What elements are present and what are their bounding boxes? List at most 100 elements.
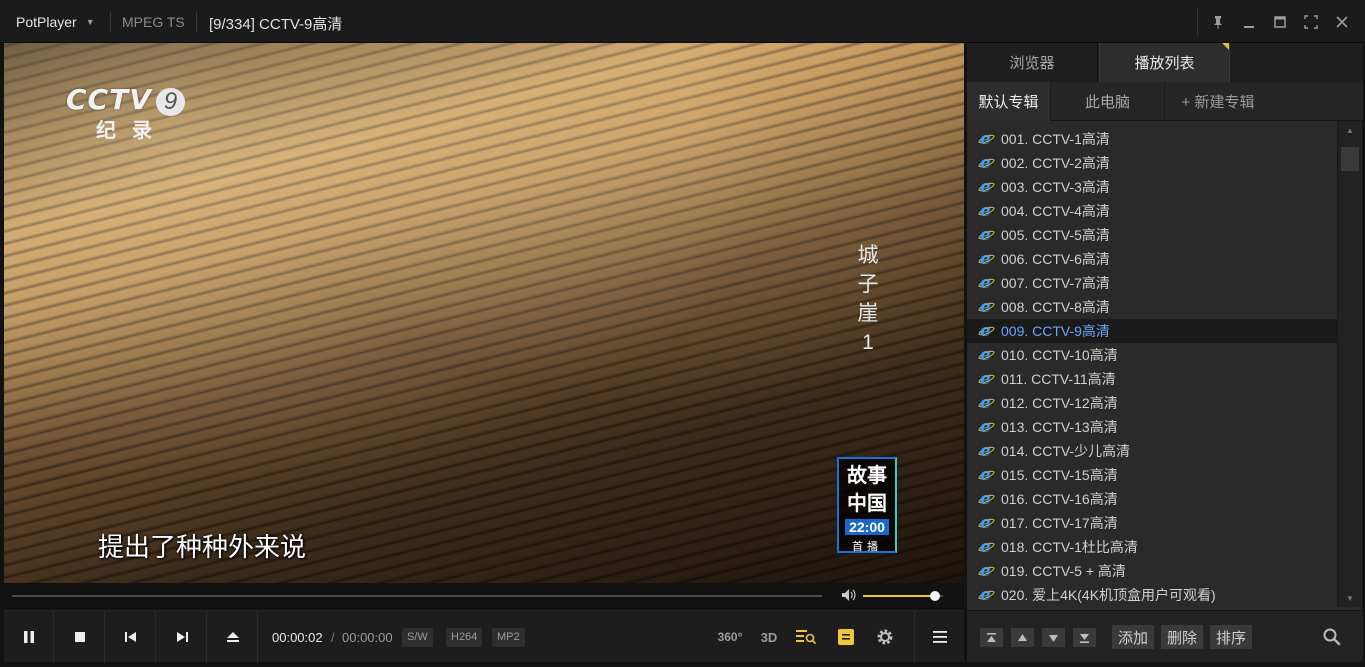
- playlist-item[interactable]: e 014. CCTV-少儿高清: [967, 439, 1337, 463]
- delete-button[interactable]: 删除: [1161, 625, 1204, 649]
- scroll-down-icon[interactable]: ▼: [1338, 589, 1362, 607]
- playlist-item-label: 017. CCTV-17高清: [1001, 515, 1118, 531]
- promo-sub: 首播: [852, 541, 882, 553]
- ie-icon-letter: e: [980, 296, 991, 317]
- new-album-button[interactable]: + 新建专辑: [1165, 82, 1271, 121]
- pause-button[interactable]: [4, 611, 54, 663]
- tab-browser[interactable]: 浏览器: [967, 43, 1098, 82]
- move-up-button[interactable]: [1011, 628, 1034, 647]
- playlist-item-label: 002. CCTV-2高清: [1001, 155, 1110, 171]
- tab-this-pc[interactable]: 此电脑: [1051, 82, 1165, 121]
- tab-playlist[interactable]: 播放列表: [1099, 43, 1230, 82]
- move-down-button[interactable]: [1042, 628, 1065, 647]
- sort-button[interactable]: 排序: [1210, 625, 1253, 649]
- control-bar: 00:00:02 / 00:00:00 S/W H264 MP2 360° 3D: [4, 610, 964, 663]
- ie-stream-icon: e: [977, 176, 996, 197]
- scrollbar-thumb[interactable]: [1341, 147, 1359, 171]
- window-title: [9/334] CCTV-9高清: [209, 16, 343, 33]
- playlist-item-label: 014. CCTV-少儿高清: [1001, 443, 1131, 459]
- move-bottom-button[interactable]: [1073, 628, 1096, 647]
- playlist-search-icon: [796, 630, 817, 645]
- maximize-icon[interactable]: [1264, 7, 1295, 37]
- playlist-item[interactable]: e 003. CCTV-3高清: [967, 175, 1337, 199]
- playlist-item[interactable]: e 008. CCTV-8高清: [967, 295, 1337, 319]
- playlist-item[interactable]: e 016. CCTV-16高清: [967, 487, 1337, 511]
- move-top-icon: [987, 632, 996, 642]
- playlist-item[interactable]: e 012. CCTV-12高清: [967, 391, 1337, 415]
- ie-stream-icon: e: [977, 201, 996, 221]
- playlist-item[interactable]: e 005. CCTV-5高清: [967, 223, 1337, 247]
- playlist-item[interactable]: e 006. CCTV-6高清: [967, 247, 1337, 271]
- decoder-tag[interactable]: S/W: [402, 628, 433, 647]
- scroll-up-icon[interactable]: ▲: [1338, 121, 1362, 139]
- volume-slider[interactable]: [863, 591, 943, 601]
- menu-button[interactable]: [914, 611, 964, 663]
- channel-logo-text: CCTV: [66, 83, 152, 116]
- playlist-panel: 浏览器 播放列表 默认专辑 此电脑 + 新建专辑 e 001. CCTV-1高清 e…: [966, 43, 1363, 662]
- playlist-item[interactable]: e 011. CCTV-11高清: [967, 367, 1337, 391]
- volume-icon[interactable]: [841, 588, 857, 605]
- ie-icon-letter: e: [980, 368, 991, 389]
- video-display[interactable]: CCTV 9 纪录 城 子 崖 1 故事 中国 22:00 首播 提出了种种外来说: [4, 43, 964, 583]
- settings-button[interactable]: [872, 625, 898, 649]
- previous-button[interactable]: [106, 611, 156, 663]
- subtitle-button[interactable]: [833, 625, 859, 649]
- playlist-item[interactable]: e 009. CCTV-9高清: [967, 319, 1337, 343]
- vr-360-button[interactable]: 360°: [715, 625, 745, 649]
- playlist-item-label: 012. CCTV-12高清: [1001, 395, 1118, 411]
- volume-knob[interactable]: [930, 591, 940, 601]
- playlist-search-button[interactable]: [793, 625, 819, 649]
- add-button[interactable]: 添加: [1112, 625, 1155, 649]
- playlist-scrollbar[interactable]: ▲ ▼: [1337, 121, 1361, 607]
- playlist-item[interactable]: e 020. 爱上4K(4K机顶盒用户可观看): [967, 583, 1337, 607]
- ie-stream-icon: e: [977, 368, 996, 389]
- program-title-char: 1: [862, 331, 874, 354]
- playlist-item[interactable]: e 004. CCTV-4高清: [967, 199, 1337, 223]
- stop-button[interactable]: [55, 611, 105, 663]
- channel-number: 9: [155, 88, 186, 116]
- playlist-item[interactable]: e 002. CCTV-2高清: [967, 151, 1337, 175]
- playlist-item[interactable]: e 007. CCTV-7高清: [967, 271, 1337, 295]
- subtitle-icon: [838, 629, 854, 645]
- total-time: 00:00:00: [342, 630, 393, 645]
- playlist-item[interactable]: e 010. CCTV-10高清: [967, 343, 1337, 367]
- playlist-item-label: 004. CCTV-4高清: [1001, 203, 1110, 219]
- format-label: MPEG TS: [122, 14, 185, 30]
- playlist-item-label: 019. CCTV-5 + 高清: [1001, 563, 1126, 579]
- playlist-item[interactable]: e 018. CCTV-1杜比高清: [967, 535, 1337, 559]
- fullscreen-icon[interactable]: [1295, 7, 1326, 37]
- ie-stream-icon: e: [977, 129, 996, 149]
- app-menu-button[interactable]: PotPlayer ▼: [6, 6, 110, 38]
- playlist-item[interactable]: e 019. CCTV-5 + 高清: [967, 559, 1337, 583]
- eject-icon: [226, 632, 239, 642]
- subtitle-text: 提出了种种外来说: [98, 532, 307, 562]
- window-controls: [1193, 0, 1365, 43]
- 3d-button[interactable]: 3D: [756, 625, 782, 649]
- playlist-item[interactable]: e 001. CCTV-1高清: [967, 127, 1337, 151]
- move-down-icon: [1049, 634, 1058, 642]
- playlist-item[interactable]: e 017. CCTV-17高清: [967, 511, 1337, 535]
- search-button[interactable]: [1317, 623, 1347, 651]
- ie-stream-icon: e: [977, 249, 996, 269]
- pin-icon[interactable]: [1202, 7, 1233, 37]
- program-vertical-title: 城 子 崖 1: [855, 241, 881, 357]
- video-codec-tag[interactable]: H264: [446, 628, 483, 647]
- stop-icon: [74, 632, 85, 642]
- ie-stream-icon: e: [977, 393, 996, 413]
- next-button[interactable]: [157, 611, 207, 663]
- ie-icon-letter: e: [980, 176, 991, 197]
- playlist-item[interactable]: e 015. CCTV-15高清: [967, 463, 1337, 487]
- move-top-button[interactable]: [980, 628, 1003, 647]
- tab-default-album[interactable]: 默认专辑: [967, 82, 1051, 121]
- ie-icon-letter: e: [980, 416, 991, 437]
- minimize-icon[interactable]: [1233, 7, 1264, 37]
- hamburger-menu-icon: [932, 631, 947, 643]
- seek-bar[interactable]: [12, 595, 822, 597]
- playlist-item[interactable]: e 013. CCTV-13高清: [967, 415, 1337, 439]
- playlist-item-label: 003. CCTV-3高清: [1001, 179, 1110, 195]
- audio-codec-tag[interactable]: MP2: [492, 628, 525, 647]
- close-icon[interactable]: [1326, 7, 1357, 37]
- 3d-label: 3D: [760, 629, 778, 645]
- open-file-button[interactable]: [208, 611, 258, 663]
- playlist-item-label: 001. CCTV-1高清: [1001, 131, 1110, 147]
